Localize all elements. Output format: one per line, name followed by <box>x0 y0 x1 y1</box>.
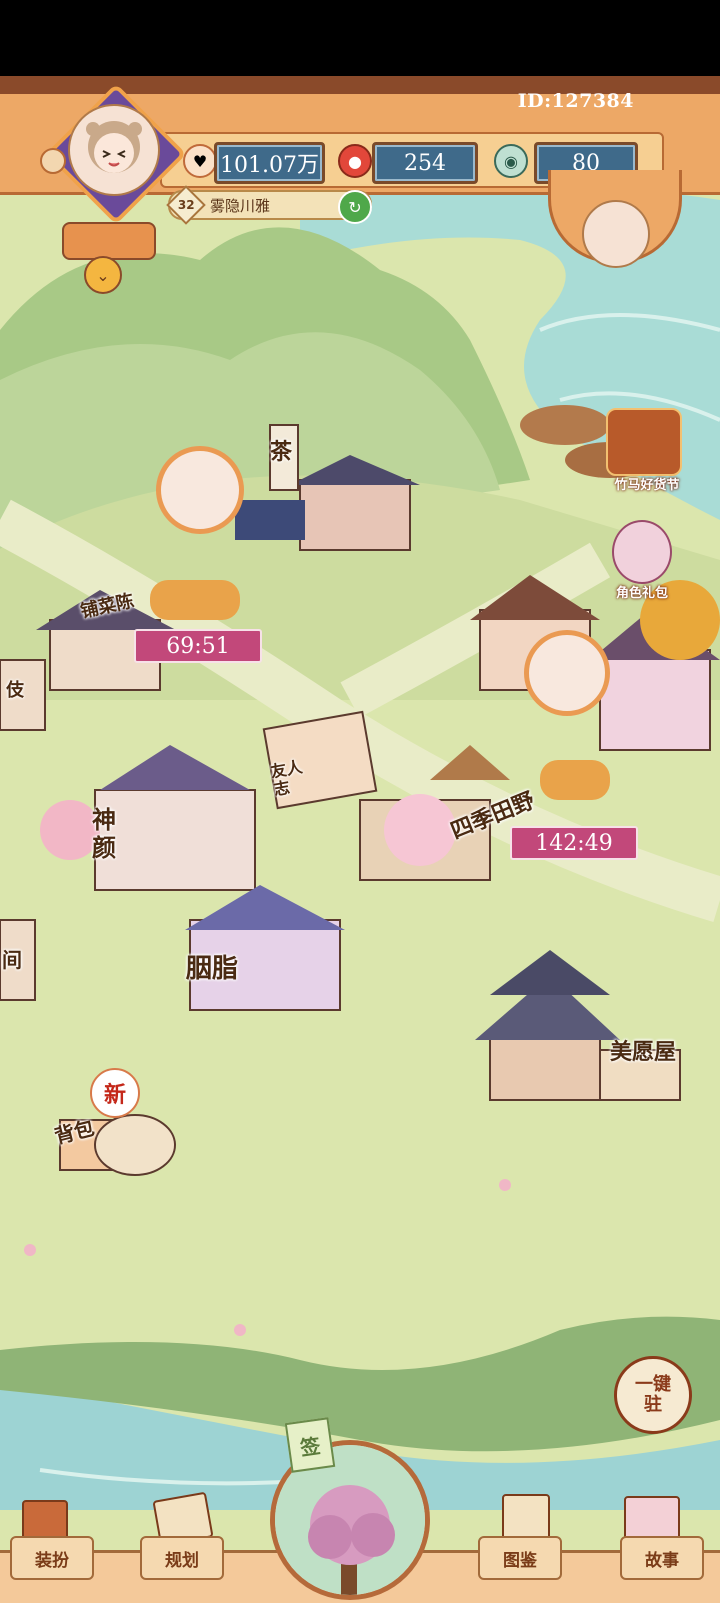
gold-icon: ♥ <box>183 144 217 178</box>
shenyan-label[interactable]: 神颜 <box>92 806 120 862</box>
left-edge-label-2[interactable]: 伎 <box>6 676 24 702</box>
youzhi-label[interactable]: 友人志 <box>269 757 315 799</box>
one-key-label-2: 驻 <box>644 1394 662 1415</box>
peach-amount: 254 <box>372 142 478 184</box>
treasure-chest-icon[interactable] <box>606 408 682 476</box>
gold-amount: 101.07万 <box>214 142 325 184</box>
one-key-label: 一键 <box>635 1374 671 1395</box>
player-id: ID:127384 <box>517 90 634 112</box>
player-avatar[interactable] <box>68 104 160 196</box>
tea-sign: 茶 <box>270 439 293 465</box>
peach-icon: ● <box>338 144 372 178</box>
new-badge[interactable]: 新 <box>90 1068 140 1118</box>
player-name: 雾隐川雅 <box>210 196 271 215</box>
villager-bubble-tea[interactable] <box>156 446 244 534</box>
role-pack-label[interactable]: 角色礼包 <box>600 582 684 601</box>
expand-chevron-icon[interactable]: ⌄ <box>84 256 122 294</box>
wardrobe-icon[interactable] <box>22 1500 68 1540</box>
sign-in-tag[interactable]: 签 <box>284 1417 336 1473</box>
nav-zhuangban[interactable]: 装扮 <box>10 1536 94 1580</box>
companion-avatar[interactable] <box>582 200 650 268</box>
festival-event-label[interactable]: 竹马好货节 <box>602 474 692 493</box>
right-cart-timer[interactable]: 142:49 <box>510 826 638 860</box>
villager-bubble-shop[interactable] <box>524 630 610 716</box>
status-bar <box>0 0 720 76</box>
left-cart-timer[interactable]: 69:51 <box>134 629 262 663</box>
jade-icon: ◉ <box>494 144 528 178</box>
one-key-collect-button[interactable]: 一键 驻 <box>614 1356 692 1434</box>
role-pack-icon[interactable] <box>612 520 672 584</box>
refresh-icon[interactable]: ↻ <box>338 190 372 224</box>
yanzhi-label[interactable]: 胭脂 <box>186 948 238 985</box>
nav-gushi[interactable]: 故事 <box>620 1536 704 1580</box>
settings-icon[interactable] <box>40 148 66 174</box>
left-edge-label[interactable]: 间 <box>2 944 22 973</box>
player-level: 32 <box>177 197 195 212</box>
meiyuanwu-label[interactable]: 美愿屋 <box>610 1034 676 1066</box>
scroll-icon[interactable] <box>62 222 156 260</box>
nav-guihua[interactable]: 规划 <box>140 1536 224 1580</box>
nav-tujian[interactable]: 图鉴 <box>478 1536 562 1580</box>
